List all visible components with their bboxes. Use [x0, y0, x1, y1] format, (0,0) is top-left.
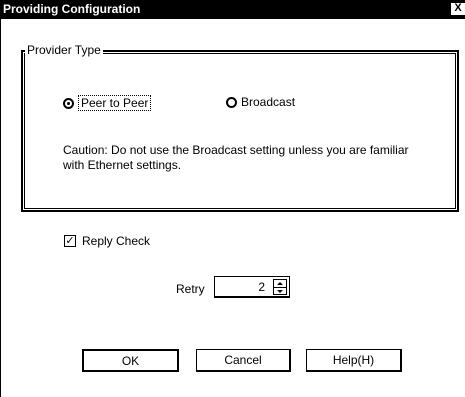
peer-to-peer-radio[interactable]: Peer to Peer [63, 95, 152, 111]
peer-to-peer-label: Peer to Peer [78, 95, 152, 111]
title-bar: Providing Configuration X [1, 0, 465, 19]
retry-value: 2 [258, 280, 265, 294]
broadcast-radio[interactable]: Broadcast [226, 95, 295, 109]
providing-configuration-dialog: Providing Configuration X Provider Type … [0, 0, 465, 397]
reply-check-checkbox[interactable]: ✓ Reply Check [64, 234, 150, 248]
spin-down-icon[interactable] [274, 288, 286, 295]
provider-type-label: Provider Type [25, 43, 103, 57]
provider-type-group [21, 50, 459, 212]
caution-text: Caution: Do not use the Broadcast settin… [63, 143, 409, 172]
help-button[interactable]: Help(H) [306, 349, 402, 372]
cancel-button[interactable]: Cancel [196, 349, 291, 372]
ok-button[interactable]: OK [82, 349, 179, 372]
reply-check-label: Reply Check [82, 234, 151, 248]
retry-spin-arrows[interactable] [273, 279, 287, 295]
broadcast-label: Broadcast [241, 95, 296, 109]
retry-label: Retry [176, 282, 205, 296]
close-button[interactable]: X [450, 2, 465, 16]
radio-unselected-icon [226, 96, 237, 108]
spin-up-icon[interactable] [274, 280, 286, 288]
checkmark-icon: ✓ [64, 235, 76, 247]
radio-selected-icon [63, 97, 74, 109]
dialog-title: Providing Configuration [3, 2, 141, 16]
retry-spinbox[interactable]: 2 [214, 276, 290, 298]
